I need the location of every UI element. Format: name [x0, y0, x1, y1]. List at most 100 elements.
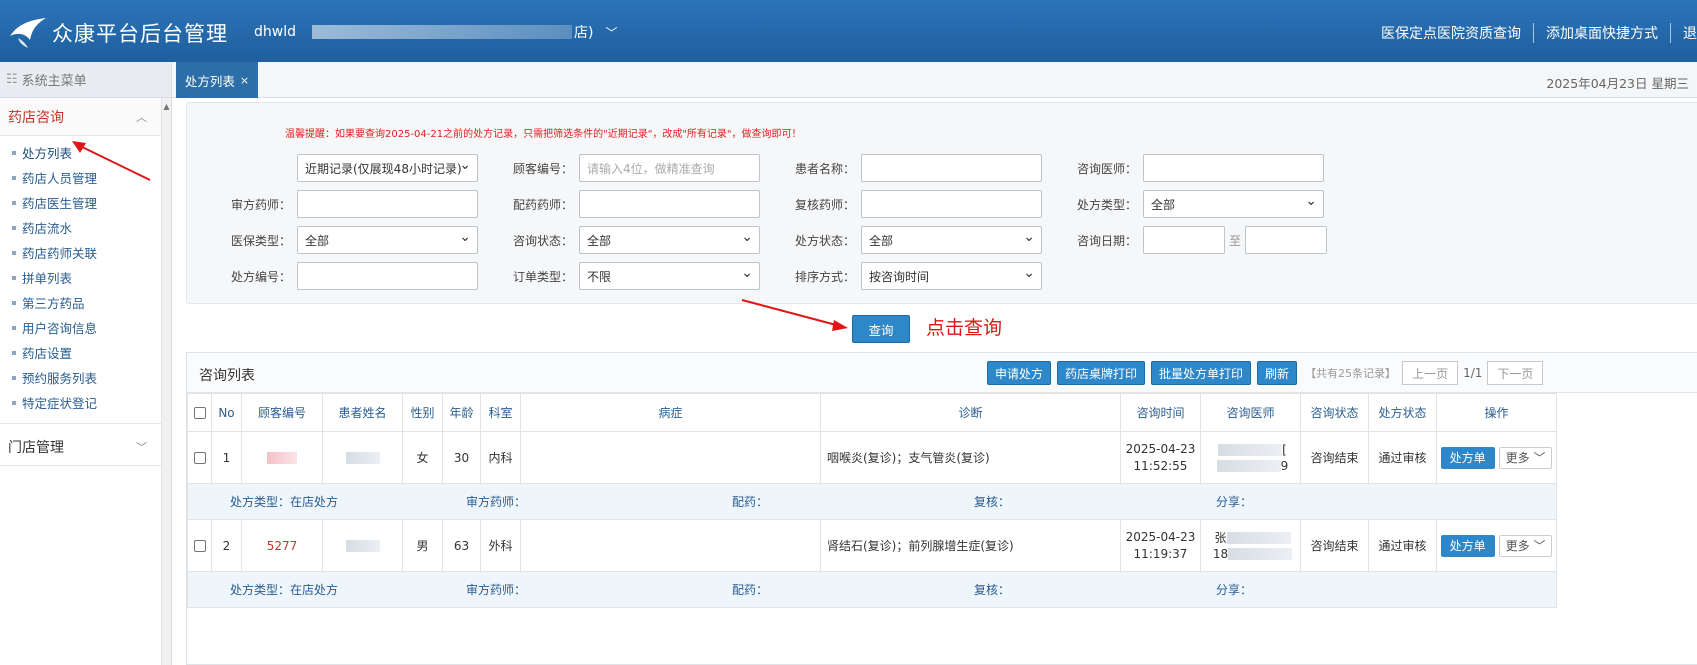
row-dept: 外科: [480, 519, 521, 572]
record-range-select[interactable]: 近期记录(仅展现48小时记录): [297, 154, 478, 182]
consult-doctor-label: 咨询医师：: [1076, 161, 1137, 176]
print-table-card-button[interactable]: 药店桌牌打印: [1057, 361, 1146, 385]
dispense-pharmacist-cell: 配药药师：: [473, 189, 760, 219]
subrow-rx-type-value: 在店处方: [290, 495, 339, 509]
sidebar-group-pharmacy-consult[interactable]: 药店咨询 ︿: [0, 98, 161, 136]
subrow-info: 处方类型： 在店处方 审方药师： 配药： 复核： 分享：: [189, 493, 1556, 510]
sidebar-item-appointments[interactable]: 预约服务列表: [0, 365, 161, 390]
subrow-rx-type-label: 处方类型：: [230, 583, 291, 597]
rx-status-select[interactable]: 全部: [861, 226, 1042, 254]
more-label: 更多: [1505, 450, 1530, 465]
prev-page-button[interactable]: 上一页: [1402, 361, 1459, 385]
review-pharmacist-input[interactable]: [297, 190, 478, 218]
redaction: [1228, 548, 1293, 560]
batch-print-button[interactable]: 批量处方单打印: [1151, 361, 1252, 385]
sidebar-item-staff[interactable]: 药店人员管理: [0, 165, 161, 190]
list-actions: 申请处方 药店桌牌打印 批量处方单打印 刷新 【共有25条记录】 上一页 1/1…: [987, 361, 1544, 385]
redaction: [345, 540, 380, 552]
dispense-pharmacist-input[interactable]: [579, 190, 760, 218]
tab-label: 处方列表: [184, 73, 235, 89]
list-title: 咨询列表: [199, 368, 255, 384]
rx-type-select[interactable]: 全部: [1143, 190, 1324, 218]
row-checkbox[interactable]: [193, 540, 206, 552]
prescription-button[interactable]: 处方单: [1440, 446, 1495, 469]
tab-prescription-list[interactable]: 处方列表 ×: [176, 62, 258, 98]
order-type-select[interactable]: 不限: [579, 262, 760, 290]
consult-doctor-input[interactable]: [1143, 154, 1324, 182]
sort-select[interactable]: 按咨询时间: [861, 262, 1042, 290]
sidebar-item-user-consults[interactable]: 用户咨询信息: [0, 315, 161, 340]
sidebar-item-symptom-register[interactable]: 特定症状登记: [0, 390, 161, 415]
subrow-review-label: 审方药师：: [466, 495, 527, 509]
top-bar: 众康平台后台管理 dhwld 店) ﹀ 医保定点医院资质查询 添加桌面快捷方式 …: [0, 0, 1697, 62]
arrow-to-query-button-icon: [741, 299, 848, 331]
subrow-recheck-label: 复核：: [974, 495, 1011, 509]
row-consult-doctor: [ 9: [1200, 431, 1301, 484]
prescription-button[interactable]: 处方单: [1440, 534, 1495, 557]
subrow-review-label: 审方药师：: [466, 583, 527, 597]
consult-status-select[interactable]: 全部: [579, 226, 760, 254]
review-pharmacist-cell: 审方药师：: [191, 189, 478, 219]
sidebar-item-settings[interactable]: 药店设置: [0, 340, 161, 365]
select-all-checkbox[interactable]: [193, 407, 206, 419]
recheck-pharmacist-input[interactable]: [861, 190, 1042, 218]
consult-date-to-input[interactable]: [1245, 226, 1328, 254]
apply-prescription-button[interactable]: 申请处方: [987, 361, 1052, 385]
filter-row-3: 医保类型： 全部 咨询状态： 全部 处方状态： 全部 咨询日期： 至: [187, 225, 1697, 255]
link-add-desktop-shortcut[interactable]: 添加桌面快捷方式: [1534, 23, 1671, 43]
query-annotation: 点击查询: [926, 317, 1003, 339]
sidebar-item-doctors[interactable]: 药店医生管理: [0, 190, 161, 215]
sidebar: ☷ 系统主菜单 药店咨询 ︿ 处方列表 药店人员管理 药店医生管理 药店流水 药…: [0, 62, 172, 665]
link-insurance-hospital-query[interactable]: 医保定点医院资质查询: [1369, 23, 1534, 43]
sort-label: 排序方式：: [794, 269, 855, 284]
row-checkbox[interactable]: [193, 452, 206, 464]
account-switcher[interactable]: dhwld 店) ﹀: [254, 22, 617, 42]
insurance-type-cell: 医保类型： 全部: [191, 225, 478, 255]
sidebar-scrollbar[interactable]: ▲: [161, 98, 171, 665]
row-no: 1: [211, 431, 242, 484]
filter-row-2: 审方药师： 配药药师： 复核药师： 处方类型： 全部: [187, 189, 1697, 219]
consult-status-label: 咨询状态：: [512, 233, 573, 248]
link-logout[interactable]: 退: [1671, 23, 1697, 43]
row-patient-name: [322, 431, 403, 484]
scroll-up-icon[interactable]: ▲: [162, 98, 171, 111]
chevron-down-icon: ﹀: [605, 25, 618, 40]
sidebar-item-third-party-drugs[interactable]: 第三方药品: [0, 290, 161, 315]
table-subrow: 处方类型： 在店处方 审方药师： 配药： 复核： 分享：: [187, 483, 1557, 520]
next-page-button[interactable]: 下一页: [1487, 361, 1544, 385]
sidebar-item-pharmacist-link[interactable]: 药店药师关联: [0, 240, 161, 265]
customer-no-input[interactable]: 请输入4位，做精准查询: [579, 154, 760, 182]
sidebar-item-group-orders[interactable]: 拼单列表: [0, 265, 161, 290]
date-range-separator: 至: [1229, 233, 1242, 248]
patient-name-input[interactable]: [861, 154, 1042, 182]
more-label: 更多: [1505, 538, 1530, 553]
refresh-button[interactable]: 刷新: [1257, 361, 1298, 385]
sidebar-item-transactions[interactable]: 药店流水: [0, 215, 161, 240]
sidebar-item-prescription-list[interactable]: 处方列表: [0, 140, 161, 165]
record-range-cell: 近期记录(仅展现48小时记录): [191, 153, 478, 183]
rx-no-input[interactable]: [297, 262, 478, 290]
col-diagnosis: 诊断: [820, 393, 1121, 432]
more-dropdown[interactable]: 更多 ﹀: [1498, 446, 1553, 469]
chevron-down-icon: ﹀: [136, 440, 147, 454]
row-age: 30: [442, 431, 481, 484]
redaction: [345, 452, 380, 464]
recheck-pharmacist-label: 复核药师：: [794, 197, 855, 212]
account-redaction: [312, 25, 572, 39]
recheck-pharmacist-cell: 复核药师：: [755, 189, 1042, 219]
sidebar-group-store-management[interactable]: 门店管理 ﹀: [0, 428, 161, 466]
redaction: [1226, 532, 1291, 544]
order-type-cell: 订单类型： 不限: [473, 261, 760, 291]
insurance-type-select[interactable]: 全部: [297, 226, 478, 254]
more-dropdown[interactable]: 更多 ﹀: [1498, 534, 1553, 557]
patient-name-label: 患者名称：: [794, 161, 855, 176]
row-rx-status: 通过审核: [1368, 431, 1437, 484]
close-icon[interactable]: ×: [240, 74, 249, 87]
row-dept: 内科: [480, 431, 521, 484]
sidebar-sub-items: 处方列表 药店人员管理 药店医生管理 药店流水 药店药师关联 拼单列表 第三方药…: [0, 136, 161, 424]
query-button[interactable]: 查询: [852, 315, 910, 343]
consult-date-from-input[interactable]: [1143, 226, 1225, 254]
consult-date-label: 咨询日期：: [1076, 233, 1137, 248]
page-info: 1/1: [1463, 366, 1483, 380]
consult-date-cell: 咨询日期： 至: [1037, 225, 1328, 255]
